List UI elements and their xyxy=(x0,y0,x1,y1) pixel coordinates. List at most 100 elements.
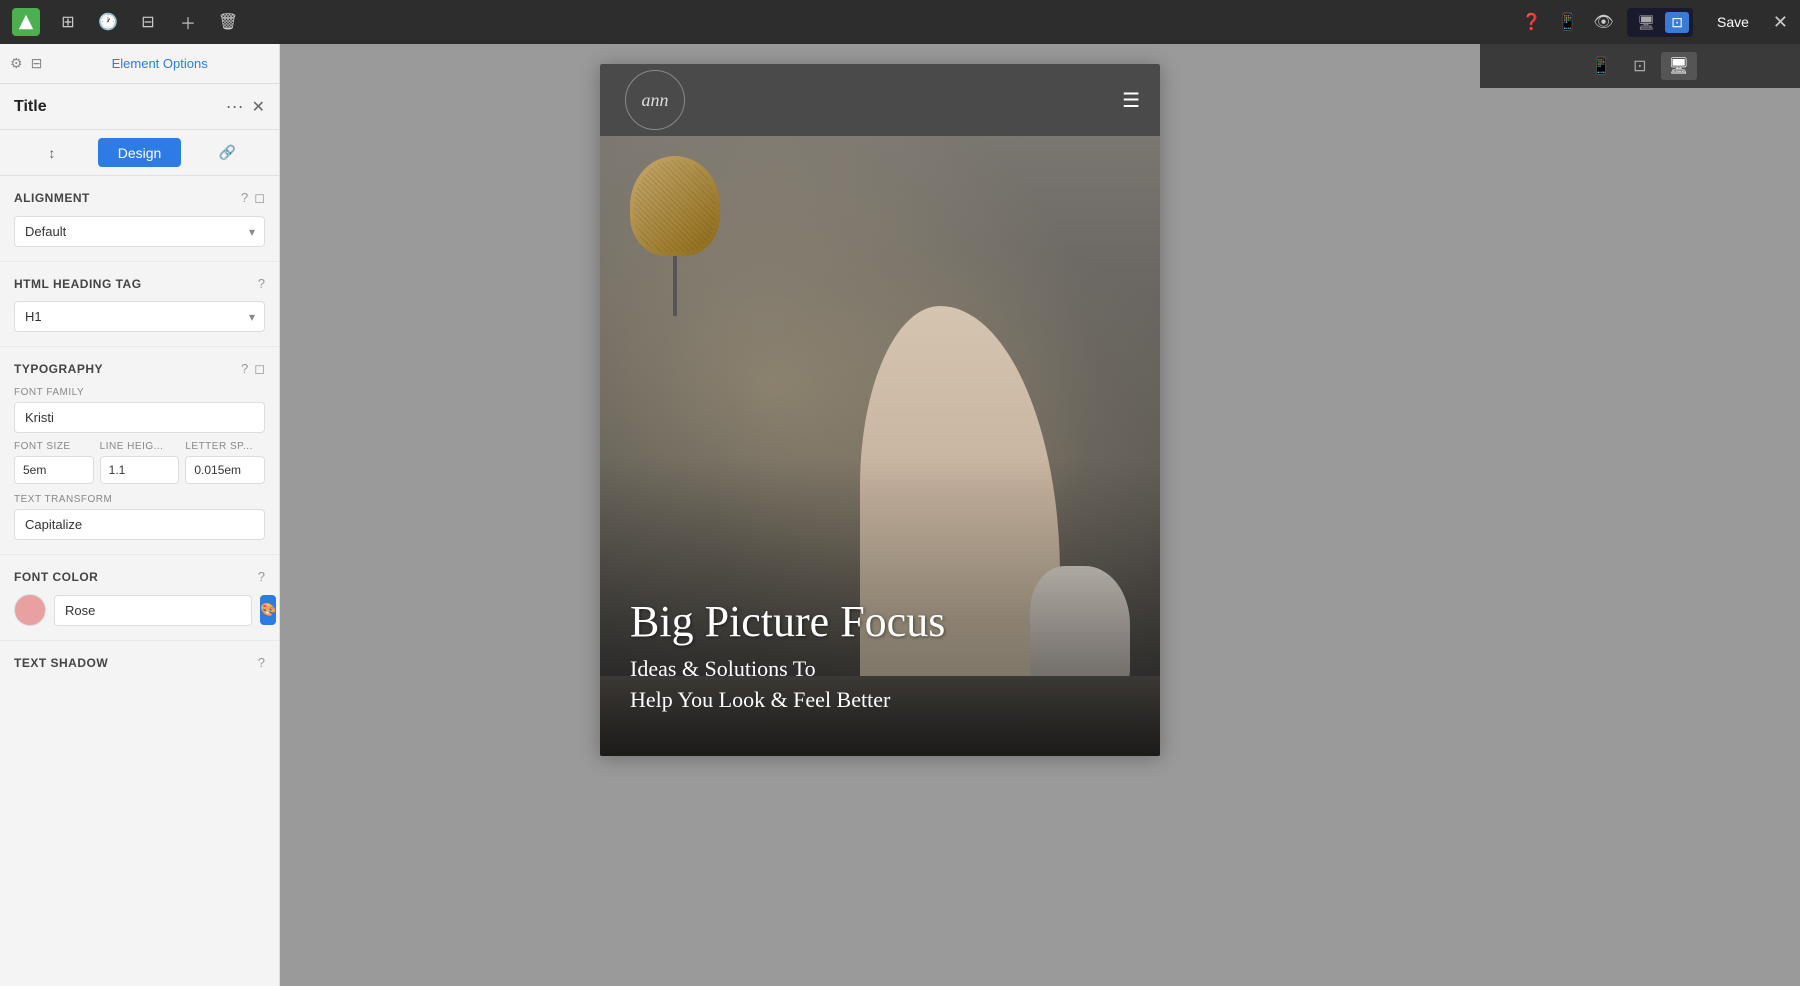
right-device-toolbar: 📱 ⊡ 🖥 xyxy=(1480,44,1800,88)
site-logo-circle: ann xyxy=(625,70,685,130)
main-area: ⚙ ⊟ Element Options Title ··· ✕ ↕ Design… xyxy=(0,44,1800,986)
hero-script-title: Big Picture Focus xyxy=(630,598,1130,646)
toolbar-right: ❓ 📱 👁 🖥 ⊡ Save ✕ xyxy=(1519,8,1788,37)
right-desktop-view[interactable]: 🖥 xyxy=(1661,52,1697,80)
hero-subtitle-line1: Ideas & Solutions To xyxy=(630,656,816,681)
panel-header: Title ··· ✕ xyxy=(0,84,279,130)
typography-label: Typography xyxy=(14,362,103,376)
heading-tag-select[interactable]: H1 H2 H3 xyxy=(14,301,265,332)
left-panel: ⚙ ⊟ Element Options Title ··· ✕ ↕ Design… xyxy=(0,44,280,986)
typography-header: Typography ? ◻ xyxy=(14,361,265,377)
panel-title: Title xyxy=(14,98,47,116)
typography-metrics-row: FONT SIZE LINE HEIG... LETTER SP... xyxy=(14,441,265,484)
panel-tabs: ↕ Design 🔗 xyxy=(0,130,279,176)
color-picker-button[interactable]: 🎨 xyxy=(260,595,276,625)
heading-help-icon[interactable]: ? xyxy=(258,276,265,291)
hero-content: Big Picture Focus Ideas & Solutions To H… xyxy=(630,598,1130,716)
site-logo: ann xyxy=(620,65,690,135)
sliders-icon[interactable]: ⊟ xyxy=(31,55,43,72)
font-color-header: Font Color ? xyxy=(14,569,265,584)
alignment-label: Alignment xyxy=(14,191,90,205)
right-mobile-view[interactable]: 📱 xyxy=(1583,52,1619,80)
font-color-section: Font Color ? 🎨 xyxy=(0,555,279,641)
history-icon[interactable]: 🕐 xyxy=(96,10,120,34)
panel-header-actions: ··· ✕ xyxy=(226,96,265,117)
color-name-input[interactable] xyxy=(54,595,252,626)
desktop-icon[interactable]: 🖥 xyxy=(1631,12,1661,33)
font-family-input[interactable] xyxy=(14,402,265,433)
page-icon[interactable]: ⊡ xyxy=(1665,12,1689,33)
font-size-label: FONT SIZE xyxy=(14,441,94,452)
typography-help-icon[interactable]: ? xyxy=(241,361,248,377)
letter-spacing-input[interactable] xyxy=(185,456,265,484)
lamp-decoration xyxy=(620,156,730,316)
right-tablet-view[interactable]: ⊡ xyxy=(1625,52,1654,80)
panel-close-button[interactable]: ✕ xyxy=(252,97,265,117)
canvas-area: ann ☰ xyxy=(280,44,1480,986)
tab-link[interactable]: 🔗 xyxy=(185,138,269,167)
gear-icon[interactable]: ⚙ xyxy=(10,55,23,72)
template-icon[interactable]: ⊞ xyxy=(56,10,80,34)
heading-tag-label: HTML Heading Tag xyxy=(14,277,142,291)
help-icon[interactable]: ❓ xyxy=(1519,10,1543,34)
text-shadow-label: Text Shadow xyxy=(14,656,108,670)
trash-icon[interactable]: 🗑 xyxy=(216,10,240,34)
tab-design[interactable]: Design xyxy=(98,138,182,167)
site-nav: ann ☰ xyxy=(600,64,1160,136)
lamp-stand xyxy=(673,256,677,316)
text-shadow-section: Text Shadow ? xyxy=(0,641,279,684)
top-toolbar: ⊞ 🕐 ⊟ ＋ 🗑 ❓ 📱 👁 🖥 ⊡ Save ✕ xyxy=(0,0,1800,44)
element-options-label: Element Options xyxy=(50,56,269,71)
font-color-help-icon[interactable]: ? xyxy=(258,569,265,584)
panel-top-bar: ⚙ ⊟ Element Options xyxy=(0,44,279,84)
text-transform-label: TEXT TRANSFORM xyxy=(14,494,265,505)
alignment-section-header: Alignment ? ◻ xyxy=(14,190,265,206)
tab-layout[interactable]: ↕ xyxy=(10,138,94,167)
color-swatch[interactable] xyxy=(14,594,46,626)
font-color-icons: ? xyxy=(258,569,265,584)
mobile-icon[interactable]: 📱 xyxy=(1555,10,1579,34)
letter-spacing-label: LETTER SP... xyxy=(185,441,265,452)
text-transform-input[interactable] xyxy=(14,509,265,540)
typography-icons: ? ◻ xyxy=(241,361,265,377)
site-logo-text: ann xyxy=(642,90,669,111)
alignment-reset-icon[interactable]: ◻ xyxy=(254,190,265,206)
toolbar-left: ⊞ 🕐 ⊟ ＋ 🗑 xyxy=(12,8,240,36)
text-transform-wrapper: TEXT TRANSFORM xyxy=(14,494,265,540)
heading-tag-section: HTML Heading Tag ? H1 H2 H3 xyxy=(0,262,279,347)
settings-icon[interactable]: ⊟ xyxy=(136,10,160,34)
close-button[interactable]: ✕ xyxy=(1773,12,1788,33)
right-panel-area: 📱 ⊡ 🖥 xyxy=(1480,44,1800,986)
typography-section: Typography ? ◻ FONT FAMILY FONT SIZE LIN… xyxy=(0,347,279,555)
app-logo[interactable] xyxy=(12,8,40,36)
line-height-col: LINE HEIG... xyxy=(100,441,180,484)
font-color-label: Font Color xyxy=(14,570,98,584)
preview-icon[interactable]: 👁 xyxy=(1591,10,1615,34)
text-shadow-help-icon[interactable]: ? xyxy=(258,655,265,670)
hero-image: Big Picture Focus Ideas & Solutions To H… xyxy=(600,136,1160,756)
heading-tag-icons: ? xyxy=(258,276,265,291)
device-toggle-group: 🖥 ⊡ xyxy=(1627,8,1693,37)
text-shadow-header: Text Shadow ? xyxy=(14,655,265,670)
hero-subtitle-line2: Help You Look & Feel Better xyxy=(630,687,890,712)
panel-more-button[interactable]: ··· xyxy=(226,96,244,117)
alignment-help-icon[interactable]: ? xyxy=(241,190,248,206)
alignment-section: Alignment ? ◻ Default Left Center Right xyxy=(0,176,279,262)
add-icon[interactable]: ＋ xyxy=(176,10,200,34)
lamp-body xyxy=(630,156,720,256)
website-preview: ann ☰ xyxy=(600,64,1160,756)
font-family-label: FONT FAMILY xyxy=(14,387,265,398)
hamburger-menu[interactable]: ☰ xyxy=(1122,88,1140,113)
heading-tag-select-wrapper: H1 H2 H3 xyxy=(14,301,265,332)
letter-spacing-col: LETTER SP... xyxy=(185,441,265,484)
color-row: 🎨 xyxy=(14,594,265,626)
font-size-input[interactable] xyxy=(14,456,94,484)
save-button[interactable]: Save xyxy=(1705,10,1761,34)
font-size-col: FONT SIZE xyxy=(14,441,94,484)
line-height-input[interactable] xyxy=(100,456,180,484)
hero-subtitle: Ideas & Solutions To Help You Look & Fee… xyxy=(630,654,1130,716)
alignment-select-wrapper: Default Left Center Right xyxy=(14,216,265,247)
alignment-select[interactable]: Default Left Center Right xyxy=(14,216,265,247)
typography-reset-icon[interactable]: ◻ xyxy=(254,361,265,377)
heading-tag-section-header: HTML Heading Tag ? xyxy=(14,276,265,291)
